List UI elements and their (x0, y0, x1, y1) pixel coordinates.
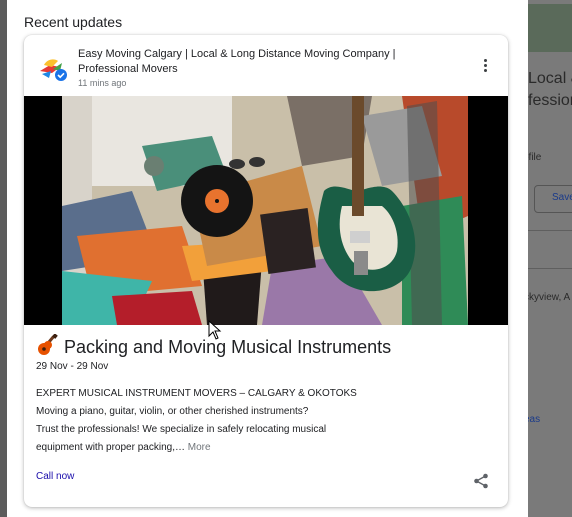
post-description-line: equipment with proper packing,… More (36, 442, 211, 453)
business-name[interactable]: Easy Moving Calgary | Local & Long Dista… (78, 47, 458, 77)
business-logo (40, 59, 67, 81)
background-title-fragment-1: Local & (528, 70, 572, 87)
post-description-line: Trust the professionals! We specialize i… (36, 424, 327, 435)
more-options-button[interactable] (477, 57, 493, 77)
post-image[interactable] (24, 96, 508, 325)
background-address-fragment: ckyview, A (528, 292, 571, 303)
section-title: Recent updates (24, 14, 123, 30)
recent-updates-panel: Recent updates Easy Moving Calgary | Loc… (7, 0, 528, 517)
update-post-card: Easy Moving Calgary | Local & Long Dista… (24, 35, 508, 507)
background-thumbnail (528, 4, 572, 52)
background-save-label: Save (552, 192, 572, 203)
guitar-icon (38, 334, 58, 355)
background-profile-fragment: ofile (528, 152, 542, 163)
background-divider (528, 230, 572, 231)
background-link-fragment: eas (528, 414, 541, 425)
verified-badge-icon (55, 69, 67, 81)
more-link[interactable]: More (188, 442, 211, 453)
post-description: EXPERT MUSICAL INSTRUMENT MOVERS – CALGA… (36, 385, 396, 457)
post-title[interactable]: Packing and Moving Musical Instruments (36, 334, 391, 358)
share-icon[interactable] (473, 473, 489, 489)
background-left-strip (0, 0, 7, 517)
post-description-line: EXPERT MUSICAL INSTRUMENT MOVERS – CALGA… (36, 388, 357, 399)
background-title-fragment-2: fession (528, 92, 572, 109)
more-vert-icon (483, 59, 487, 62)
background-page: Local & fession ofile Save ckyview, A ea… (528, 0, 572, 517)
event-date-range: 29 Nov - 29 Nov (36, 361, 109, 372)
post-description-line: Moving a piano, guitar, violin, or other… (36, 406, 309, 417)
call-now-button[interactable]: Call now (36, 471, 74, 482)
post-timestamp: 11 mins ago (78, 78, 127, 88)
post-title-text: Packing and Moving Musical Instruments (64, 337, 392, 357)
instruments-photo (62, 96, 468, 325)
background-divider (528, 268, 572, 269)
